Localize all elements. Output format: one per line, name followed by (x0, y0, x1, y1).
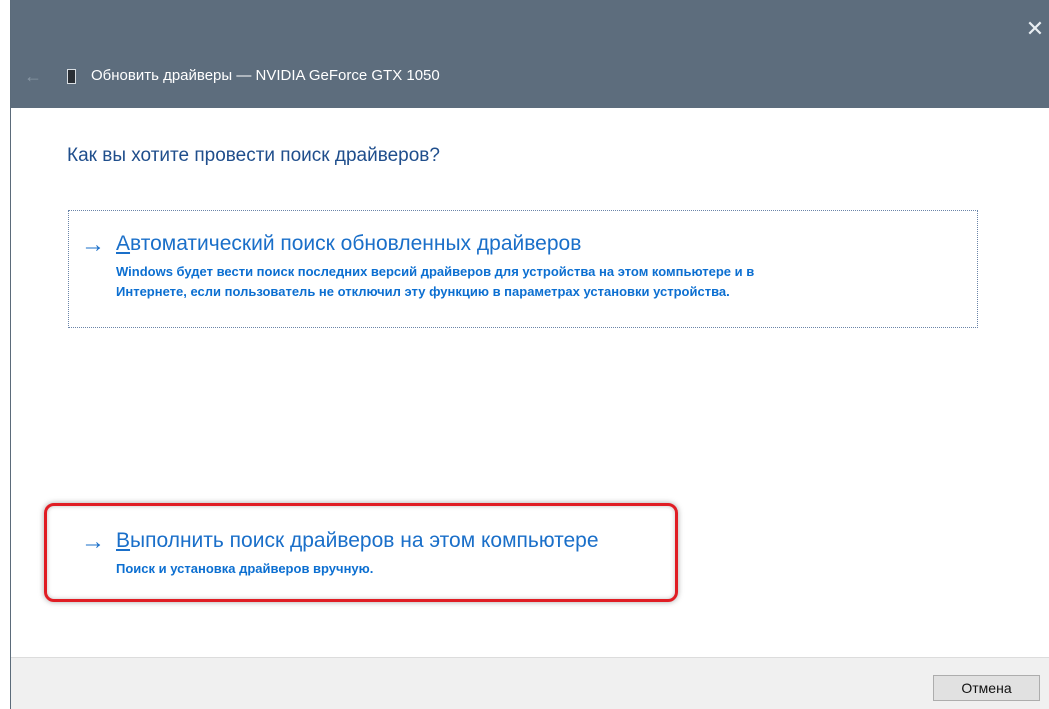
option-title-accesskey: А (116, 232, 131, 255)
option-browse-computer-title[interactable]: Выполнить поиск драйверов на этом компью… (116, 528, 599, 554)
back-button[interactable]: ← (23, 66, 43, 86)
desktop-strip (0, 0, 10, 709)
option-title-rest: втоматический поиск обновленных драйверо… (130, 232, 582, 255)
arrow-right-icon: → (81, 231, 105, 258)
page-question: Как вы хотите провести поиск драйверов? (67, 145, 440, 166)
update-drivers-dialog: ✕ ← Обновить драйверы — NVIDIA GeForce G… (10, 0, 1049, 709)
option-auto-search-desc-line2: Интернете, если пользователь не отключил… (116, 284, 730, 299)
screenshot-stage: ✕ ← Обновить драйверы — NVIDIA GeForce G… (0, 0, 1049, 709)
window-title: Обновить драйверы — NVIDIA GeForce GTX 1… (91, 67, 440, 84)
cancel-button[interactable]: Отмена (933, 675, 1040, 701)
option-auto-search-desc-line1: Windows будет вести поиск последних верс… (116, 264, 755, 279)
option-title-rest: ыполнить поиск драйверов на этом компьют… (130, 529, 599, 552)
titlebar: ✕ ← Обновить драйверы — NVIDIA GeForce G… (11, 0, 1049, 108)
option-auto-search-title[interactable]: Автоматический поиск обновленных драйвер… (116, 231, 581, 257)
arrow-right-icon: → (81, 528, 105, 555)
close-icon: ✕ (1025, 16, 1045, 41)
dialog-footer: Отмена (11, 657, 1049, 709)
display-adapter-icon (67, 69, 76, 84)
option-auto-search[interactable]: → Автоматический поиск обновленных драйв… (68, 210, 978, 328)
close-button[interactable]: ✕ (1021, 14, 1049, 44)
back-arrow-icon: ← (24, 66, 42, 86)
option-browse-computer[interactable]: → Выполнить поиск драйверов на этом комп… (81, 520, 671, 590)
option-title-accesskey: В (116, 529, 131, 552)
option-browse-computer-desc: Поиск и установка драйверов вручную. (116, 561, 374, 576)
